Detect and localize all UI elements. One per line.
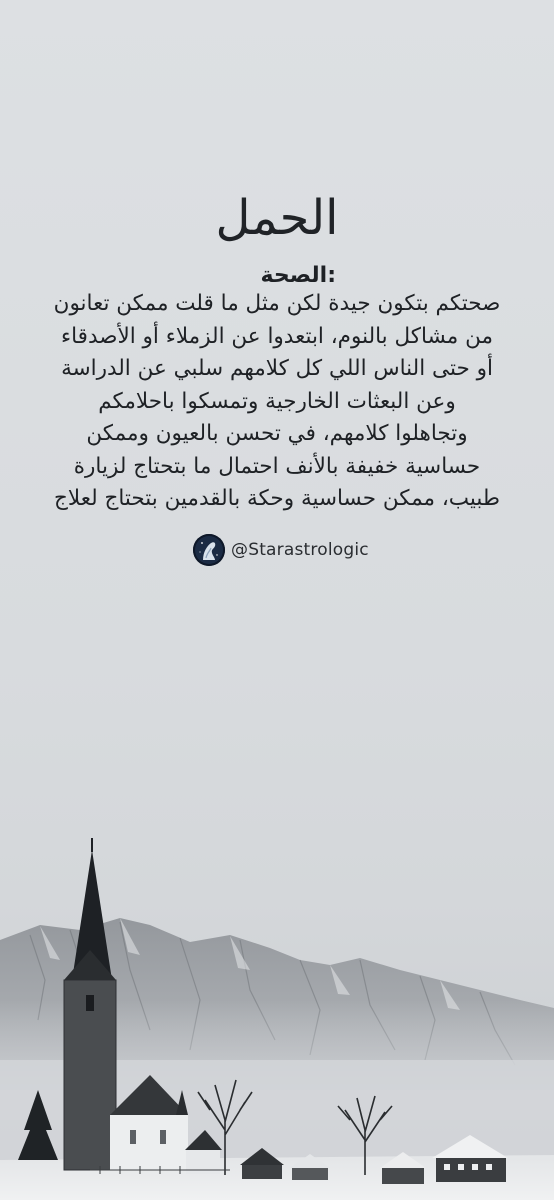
astrology-avatar-icon [193,534,225,566]
handle-text: @Starastrologic [231,540,369,560]
account-handle: @Starastrologic [193,533,369,567]
horoscope-body: صحتكم بتكون جيدة لكن مثل ما قلت ممكن تعا… [22,288,532,516]
page: الحمل :الصحة صحتكم بتكون جيدة لكن مثل ما… [0,0,554,1200]
page-title: الحمل [215,190,339,246]
winter-landscape-image [0,838,554,1200]
body-line: أو حتى الناس اللي كل كلامهم سلبي عن الدر… [61,356,493,381]
section-label-health: :الصحة [260,263,336,288]
body-line: صحتكم بتكون جيدة لكن مثل ما قلت ممكن تعا… [53,291,501,316]
body-line: وعن البعثات الخارجية وتمسكوا باحلامكم [98,388,456,414]
body-line: من مشاكل بالنوم، ابتعدوا عن الزملاء أو ا… [61,323,493,349]
body-line: طبيب، ممكن حساسية وحكة بالقدمين بتحتاج ل… [54,486,500,511]
body-line: حساسية خفيفة بالأنف احتمال ما بتحتاج لزي… [73,453,481,479]
body-line: وتجاهلوا كلامهم، في تحسن بالعيون وممكن [86,421,468,446]
